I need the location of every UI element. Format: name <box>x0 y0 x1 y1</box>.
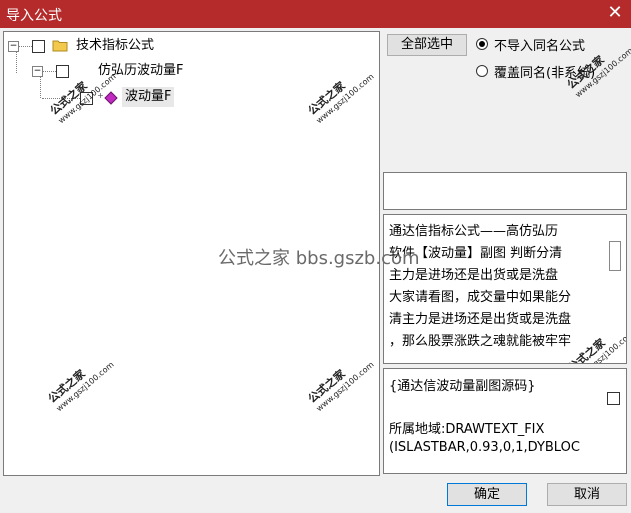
radio-skip-duplicate[interactable] <box>476 38 488 50</box>
watermark-stamp: 公式之家 www.gszj100.com <box>305 72 376 126</box>
collapse-icon[interactable]: − <box>32 66 43 77</box>
preview-box <box>383 172 627 210</box>
tree-node-label: 技术指标公式 <box>76 38 155 53</box>
center-watermark: 公式之家 bbs.gszb.com <box>218 248 420 269</box>
tree-node-checkbox[interactable] <box>56 65 69 78</box>
tree-node-label: 波动量F <box>122 87 175 107</box>
scroll-indicator[interactable] <box>607 392 620 405</box>
description-line: 通达信指标公式——高仿弘历 <box>389 224 559 239</box>
radio-skip-label: 不导入同名公式 <box>494 39 586 54</box>
description-panel[interactable]: 通达信指标公式——高仿弘历 软件【波动量】副图 判断分清 主力是进场还是出货或是… <box>383 214 627 364</box>
dialog-body: − 技术指标公式 − 仿弘历波动量F + 波动量F 公式之家 www.gszj10… <box>0 28 631 513</box>
title-bar: 导入公式 ✕ <box>0 0 631 28</box>
select-all-button[interactable]: 全部选中 <box>387 34 467 56</box>
formula-icon <box>104 91 120 105</box>
tree-node-child[interactable]: − 仿弘历波动量F <box>32 61 252 81</box>
tree-node-root[interactable]: − 技术指标公式 <box>8 36 208 56</box>
tree-node-checkbox[interactable] <box>32 40 45 53</box>
description-line: ，那么股票涨跌之魂就能被牢牢 <box>389 334 572 349</box>
source-line: 所属地域:DRAWTEXT_FIX <box>389 422 545 437</box>
source-line: {通达信波动量副图源码} <box>389 379 536 394</box>
scrollbar-thumb[interactable] <box>609 241 621 271</box>
watermark-stamp: 公式之家 www.gszj100.com <box>565 329 627 364</box>
watermark-stamp: 公式之家 www.gszj100.com <box>45 360 116 414</box>
folder-icon <box>52 39 68 52</box>
cancel-button[interactable]: 取消 <box>547 483 627 506</box>
window-title: 导入公式 <box>6 8 62 24</box>
ok-button[interactable]: 确定 <box>447 483 527 506</box>
watermark-stamp: 公式之家 www.gszj100.com <box>305 360 376 414</box>
collapse-icon[interactable]: − <box>8 41 19 52</box>
source-line: (ISLASTBAR,0.93,0,1,DYBLOC <box>389 440 580 455</box>
description-line: 清主力是进场还是出货或是洗盘 <box>389 312 572 327</box>
close-icon[interactable]: ✕ <box>605 2 625 24</box>
source-code-panel[interactable]: {通达信波动量副图源码} 所属地域:DRAWTEXT_FIX (ISLASTBA… <box>383 368 627 474</box>
description-line: 大家请看图，成交量中如果能分 <box>389 290 572 305</box>
radio-overwrite[interactable] <box>476 65 488 77</box>
